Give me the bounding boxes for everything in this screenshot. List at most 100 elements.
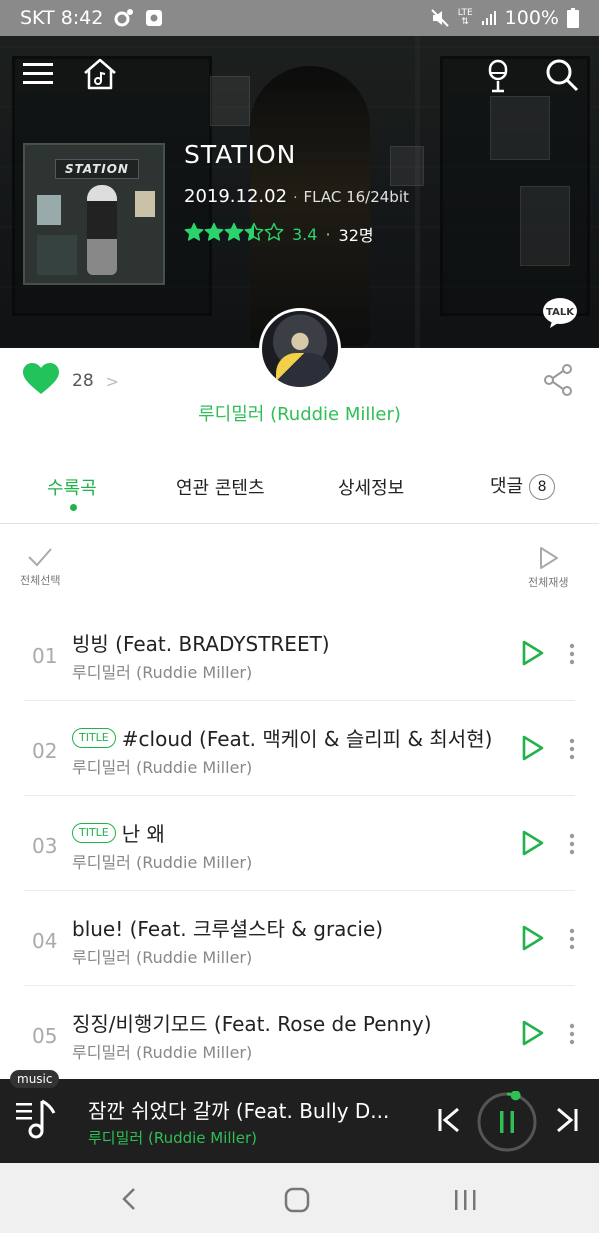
rating-count: 32명	[338, 226, 374, 245]
track-title[interactable]: 징징/비행기모드 (Feat. Rose de Penny)	[72, 1008, 432, 1037]
signal-icon	[481, 10, 497, 26]
microphone-icon[interactable]	[484, 58, 512, 94]
tab-tracks[interactable]: 수록곡	[47, 474, 97, 500]
rating-stars	[184, 222, 284, 246]
audio-format: FLAC 16/24bit	[303, 188, 409, 206]
tab-comments[interactable]: 댓글 8	[490, 472, 556, 500]
play-icon[interactable]	[521, 1019, 545, 1047]
play-outline-icon	[540, 547, 559, 569]
music-tag: music	[10, 1070, 60, 1088]
more-options-icon[interactable]	[566, 737, 578, 761]
release-date: 2019.12.02	[184, 186, 288, 207]
track-list: 01 빙빙 (Feat. BRADYSTREET) 루디밀러 (Ruddie M…	[0, 606, 599, 1081]
battery-level: 100%	[504, 7, 559, 29]
share-icon[interactable]	[543, 364, 575, 396]
album-cover[interactable]: STATION	[23, 143, 165, 285]
tab-details[interactable]: 상세정보	[338, 474, 404, 500]
track-title[interactable]: TITLE 난 왜	[72, 818, 165, 847]
track-title[interactable]: TITLE #cloud (Feat. 맥케이 & 슬리피 & 최서현)	[72, 723, 492, 752]
carrier-time: SKT 8:42	[20, 7, 104, 29]
play-icon[interactable]	[521, 924, 545, 952]
more-options-icon[interactable]	[566, 927, 578, 951]
tab-related[interactable]: 연관 콘텐츠	[176, 474, 265, 500]
track-number: 02	[32, 739, 58, 763]
talk-icon[interactable]: TALK	[542, 297, 578, 329]
title-track-badge: TITLE	[72, 727, 116, 748]
pause-button[interactable]	[476, 1090, 538, 1157]
previous-track-icon[interactable]	[437, 1107, 461, 1137]
track-title[interactable]: 빙빙 (Feat. BRADYSTREET)	[72, 628, 330, 657]
album-art-poster	[37, 235, 77, 275]
recent-apps-icon[interactable]	[453, 1188, 477, 1216]
star-icon	[244, 222, 264, 241]
menu-icon[interactable]	[22, 58, 54, 90]
status-bar: SKT 8:42 LTE ⇅ 100%	[0, 0, 599, 36]
gallery-icon	[145, 9, 163, 27]
track-number: 04	[32, 929, 58, 953]
album-art-figure	[87, 185, 117, 275]
more-options-icon[interactable]	[566, 1022, 578, 1046]
star-icon	[224, 222, 244, 241]
top-bar	[0, 56, 599, 96]
pause-icon	[500, 1111, 504, 1133]
next-track-icon[interactable]	[555, 1107, 579, 1137]
now-playing-artist[interactable]: 루디밀러 (Ruddie Miller)	[88, 1127, 257, 1148]
active-tab-indicator	[70, 504, 77, 511]
track-row[interactable]: 03 TITLE 난 왜 루디밀러 (Ruddie Miller)	[0, 796, 599, 891]
system-nav-bar	[0, 1163, 599, 1233]
track-title[interactable]: blue! (Feat. 크루셜스타 & gracie)	[72, 913, 383, 942]
album-art-poster	[37, 195, 61, 225]
album-title: STATION	[184, 140, 297, 169]
rating-row[interactable]: 3.4 · 32명	[184, 222, 374, 246]
artist-avatar[interactable]	[259, 308, 341, 390]
now-playing-title[interactable]: 잠깐 쉬었다 갈까 (Feat. Bully D...	[88, 1095, 389, 1124]
track-row[interactable]: 01 빙빙 (Feat. BRADYSTREET) 루디밀러 (Ruddie M…	[0, 606, 599, 701]
check-icon	[28, 548, 52, 567]
play-icon[interactable]	[521, 829, 545, 857]
track-artist[interactable]: 루디밀러 (Ruddie Miller)	[72, 659, 252, 683]
track-row[interactable]: 02 TITLE #cloud (Feat. 맥케이 & 슬리피 & 최서현) 루…	[0, 701, 599, 796]
search-icon[interactable]	[545, 58, 579, 92]
track-title-text: 난 왜	[121, 822, 165, 846]
track-title-text: #cloud (Feat. 맥케이 & 슬리피 & 최서현)	[121, 727, 493, 751]
star-icon	[184, 222, 204, 241]
play-all-button[interactable]: 전체재생	[528, 546, 568, 590]
tab-comments-label: 댓글	[490, 476, 524, 497]
track-artist[interactable]: 루디밀러 (Ruddie Miller)	[72, 944, 252, 968]
track-artist[interactable]: 루디밀러 (Ruddie Miller)	[72, 1039, 252, 1063]
play-icon[interactable]	[521, 639, 545, 667]
artist-name-link[interactable]: 루디밀러 (Ruddie Miller)	[0, 400, 599, 426]
chevron-right-icon: >	[105, 371, 120, 391]
track-title-text: 징징/비행기모드 (Feat. Rose de Penny)	[72, 1012, 432, 1036]
play-all-label: 전체재생	[528, 576, 569, 589]
more-options-icon[interactable]	[566, 832, 578, 856]
track-row[interactable]: 05 징징/비행기모드 (Feat. Rose de Penny) 루디밀러 (…	[0, 986, 599, 1081]
track-row[interactable]: 04 blue! (Feat. 크루셜스타 & gracie) 루디밀러 (Ru…	[0, 891, 599, 986]
tab-bar: 수록곡 연관 콘텐츠 상세정보 댓글 8	[0, 470, 599, 524]
wear-icon	[113, 8, 135, 28]
play-icon[interactable]	[521, 734, 545, 762]
track-title-text: blue! (Feat. 크루셜스타 & gracie)	[72, 917, 384, 941]
home-icon[interactable]	[82, 56, 118, 92]
mute-icon	[430, 8, 450, 28]
track-number: 05	[32, 1024, 58, 1048]
like-count[interactable]: 28	[72, 371, 94, 391]
heart-icon[interactable]	[22, 362, 60, 400]
lte-icon: LTE ⇅	[457, 8, 473, 27]
select-all-button[interactable]: 전체선택	[20, 546, 60, 588]
track-artist[interactable]: 루디밀러 (Ruddie Miller)	[72, 849, 252, 873]
comment-count-badge: 8	[529, 474, 556, 500]
more-options-icon[interactable]	[566, 642, 578, 666]
home-button-icon[interactable]	[284, 1187, 310, 1217]
track-title-text: 빙빙 (Feat. BRADYSTREET)	[72, 632, 330, 656]
playlist-icon[interactable]	[16, 1097, 62, 1147]
back-icon[interactable]	[120, 1187, 138, 1215]
star-icon	[204, 222, 224, 241]
rating-separator: ·	[325, 224, 331, 244]
track-artist[interactable]: 루디밀러 (Ruddie Miller)	[72, 754, 252, 778]
track-number: 03	[32, 834, 58, 858]
album-art-poster	[135, 191, 155, 217]
rating-score: 3.4	[292, 224, 318, 244]
title-track-badge: TITLE	[72, 822, 116, 843]
select-all-label: 전체선택	[20, 574, 61, 587]
